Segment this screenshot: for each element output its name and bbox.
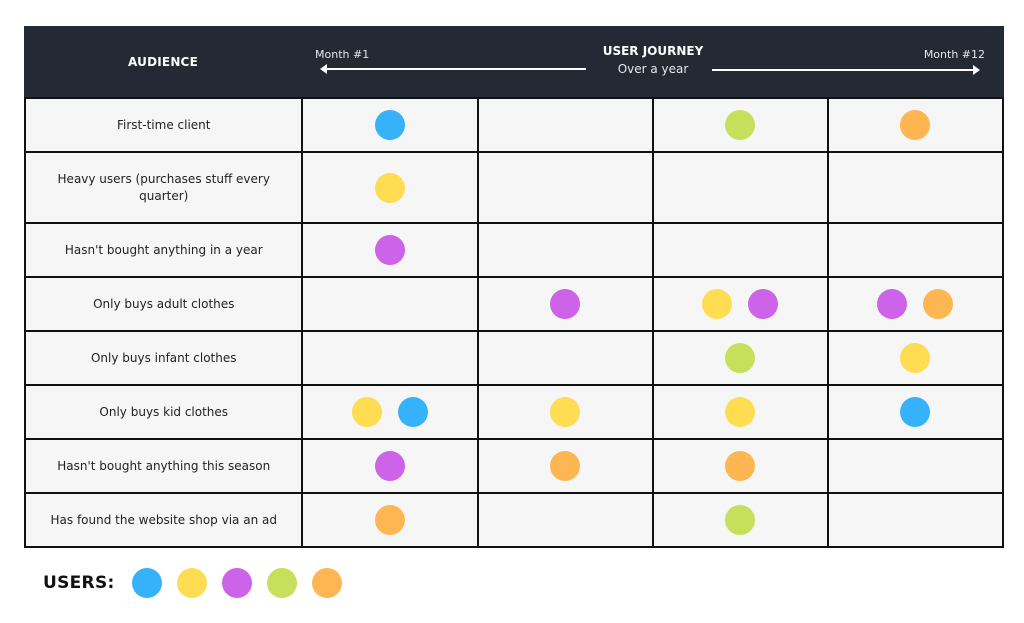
journey-cell [476, 386, 652, 438]
journey-title: USER JOURNEY [602, 44, 704, 58]
journey-cell [651, 494, 827, 546]
journey-cell [826, 224, 1002, 276]
legend-dots [131, 568, 342, 598]
user-dot-purple [550, 289, 581, 319]
table-row: Only buys infant clothes [26, 330, 1002, 384]
audience-label: Only buys infant clothes [90, 350, 237, 365]
legend-dot-purple [221, 568, 252, 598]
journey-cell [476, 99, 652, 151]
journey-cell [651, 99, 827, 151]
user-dot-yellow [725, 397, 756, 427]
audience-label: First-time client [117, 117, 211, 132]
journey-cell [476, 224, 652, 276]
audience-label: Has found the website shop via an ad [50, 512, 277, 527]
journey-cell [301, 224, 476, 276]
user-journey-table: AUDIENCE Month #1 USER JOURNEY Over a ye… [24, 26, 1004, 548]
journey-cell [826, 278, 1002, 330]
users-legend: USERS: [43, 568, 342, 598]
table-row: Only buys adult clothes [26, 276, 1002, 330]
journey-cell [826, 332, 1002, 384]
journey-cell [826, 494, 1002, 546]
legend-dot-green [266, 568, 297, 598]
journey-cell [476, 278, 652, 330]
user-dot-blue [900, 397, 931, 427]
legend-dot-blue [131, 568, 162, 598]
user-dot-orange [550, 451, 581, 481]
journey-cell [476, 440, 652, 492]
audience-label: Heavy users (purchases stuff every quart… [57, 171, 270, 203]
journey-cell [476, 494, 652, 546]
user-dot-green [725, 343, 756, 373]
journey-cell [476, 153, 652, 222]
legend-dot-yellow [176, 568, 207, 598]
audience-header: AUDIENCE [128, 54, 198, 69]
user-dot-green [725, 110, 756, 140]
user-dot-green [725, 505, 756, 535]
journey-cell [651, 440, 827, 492]
journey-cell [301, 332, 476, 384]
journey-header: Month #1 USER JOURNEY Over a year Month … [302, 26, 1004, 97]
user-dot-orange [923, 289, 954, 319]
journey-cell [651, 332, 827, 384]
user-dot-orange [900, 110, 931, 140]
user-dot-orange [375, 505, 406, 535]
legend-label: USERS: [43, 573, 115, 593]
journey-cell [826, 153, 1002, 222]
table-row: First-time client [26, 97, 1002, 151]
journey-cell [651, 386, 827, 438]
audience-label: Only buys kid clothes [99, 404, 229, 419]
end-month-label: Month #12 [923, 48, 985, 61]
user-dot-purple [748, 289, 779, 319]
user-dot-yellow [375, 172, 406, 203]
journey-cell [301, 278, 476, 330]
journey-cell [651, 224, 827, 276]
table-row: Hasn't bought anything in a year [26, 222, 1002, 276]
table-row: Heavy users (purchases stuff every quart… [26, 151, 1002, 222]
journey-cell [651, 278, 827, 330]
user-dot-blue [398, 397, 429, 427]
journey-cell [826, 386, 1002, 438]
journey-cell [301, 440, 476, 492]
user-dot-yellow [900, 343, 931, 373]
table-row: Has found the website shop via an ad [26, 492, 1002, 546]
arrow-right-icon [712, 65, 980, 75]
user-dot-purple [375, 235, 406, 265]
audience-label: Hasn't bought anything in a year [64, 242, 263, 257]
table-header: AUDIENCE Month #1 USER JOURNEY Over a ye… [24, 26, 1004, 97]
user-dot-blue [375, 110, 406, 140]
audience-label: Only buys adult clothes [93, 296, 235, 311]
user-dot-yellow [550, 397, 581, 427]
journey-cell [476, 332, 652, 384]
user-dot-yellow [702, 289, 733, 319]
user-dot-yellow [352, 397, 383, 427]
user-dot-purple [877, 289, 908, 319]
journey-cell [301, 386, 476, 438]
journey-cell [651, 153, 827, 222]
journey-cell [826, 440, 1002, 492]
journey-cell [826, 99, 1002, 151]
table-row: Hasn't bought anything this season [26, 438, 1002, 492]
journey-cell [301, 99, 476, 151]
journey-cell [301, 494, 476, 546]
table-row: Only buys kid clothes [26, 384, 1002, 438]
journey-cell [301, 153, 476, 222]
table-body: First-time client Heavy users (purchases … [24, 97, 1004, 548]
user-dot-orange [725, 451, 756, 481]
audience-label: Hasn't bought anything this season [57, 458, 271, 473]
legend-dot-orange [311, 568, 342, 598]
user-dot-purple [375, 451, 406, 481]
